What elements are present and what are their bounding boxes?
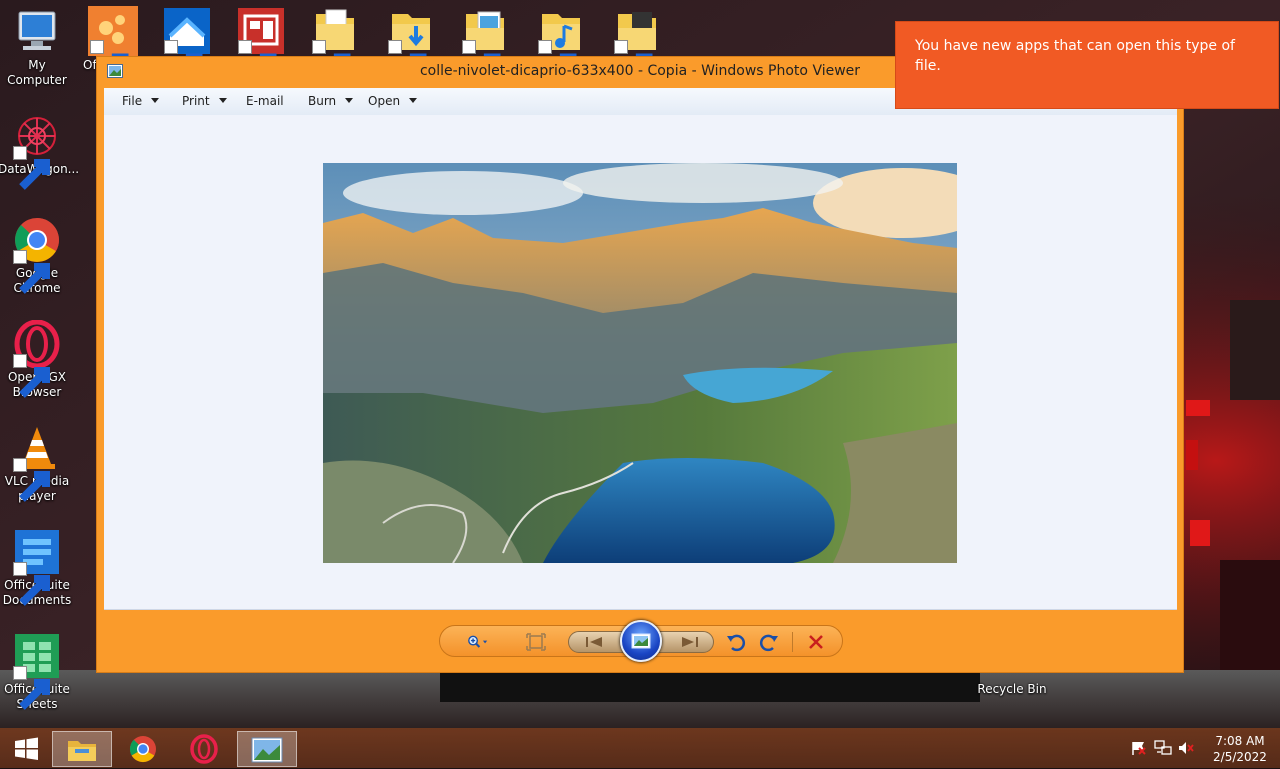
previous-icon [586,637,602,647]
chevron-down-icon [218,98,227,103]
desktop-icon-folder-downloads[interactable] [386,6,436,86]
desktop-icon-folder-documents[interactable] [310,6,360,86]
mountain-lake-photo [323,163,957,563]
chevron-down-icon [151,98,160,103]
desktop-icon-office[interactable] [88,6,138,86]
slideshow-icon [631,633,651,649]
photo-viewer-icon [251,737,283,763]
tray-action-center[interactable] [1130,740,1148,756]
taskbar-chrome[interactable] [113,731,173,767]
shortcut-arrow-icon [538,40,577,86]
desktop-icon-app-red[interactable] [236,6,286,86]
desktop-icon-folder-videos[interactable] [612,6,662,86]
shortcut-arrow-icon [238,40,277,86]
chevron-down-icon [345,98,354,103]
previous-button[interactable] [582,631,606,653]
notification-text: You have new apps that can open this typ… [915,38,1235,74]
menu-file-label: File [122,94,143,108]
zoom-button[interactable] [466,631,500,653]
shortcut-arrow-icon [90,40,129,86]
taskbar: 7:08 AM 2/5/2022 [0,728,1280,768]
shortcut-arrow-icon [13,666,50,710]
zoom-icon [468,635,488,648]
shortcut-arrow-icon [13,562,50,606]
desktop-icon-datawagon[interactable]: DataWagon... [0,112,79,190]
tray-network[interactable] [1154,740,1172,756]
new-apps-notification[interactable]: You have new apps that can open this typ… [895,21,1279,109]
desktop-icon-opera-gx[interactable]: Opera GX Browser [0,320,76,400]
shortcut-arrow-icon [462,40,501,86]
next-button[interactable] [678,631,702,653]
shortcut-arrow-icon [13,354,50,398]
shortcut-arrow-icon [13,458,50,502]
clock-date: 2/5/2022 [1213,750,1267,764]
menu-burn-label: Burn [308,94,337,108]
action-center-flag-icon [1132,742,1146,755]
shortcut-arrow-icon [13,250,50,294]
shortcut-arrow-icon [13,146,50,190]
taskbar-file-explorer[interactable] [52,731,112,767]
taskbar-opera-gx[interactable] [174,731,234,767]
menu-print-label: Print [182,94,210,108]
rotate-right-button[interactable] [757,631,781,653]
desktop-icon-partial-label: Of [83,58,97,72]
desktop-icon-folder-pictures[interactable] [460,6,510,86]
slideshow-button[interactable] [620,620,662,662]
divider [792,632,793,652]
image-viewing-area [104,115,1177,610]
clock-time: 7:08 AM [1215,734,1265,748]
delete-icon [809,635,823,649]
menu-email-label: E-mail [246,94,284,108]
shortcut-arrow-icon [614,40,653,86]
menu-open-label: Open [368,94,401,108]
shortcut-arrow-icon [164,40,203,86]
taskbar-clock[interactable]: 7:08 AM 2/5/2022 [1205,733,1275,765]
rotate-left-icon [727,634,746,652]
chevron-down-icon [409,98,418,103]
desktop-icon-officesuite-sheets[interactable]: OfficeSuite Sheets [0,632,76,712]
desktop-icon-app-blue[interactable] [162,6,212,86]
menu-email[interactable]: E-mail [246,94,284,108]
viewer-controls [439,620,843,662]
desktop-icon-my-computer[interactable]: My Computer [0,8,76,88]
network-icon [1154,740,1172,755]
menu-print[interactable]: Print [182,94,227,108]
photo-viewer-window[interactable]: colle-nivolet-dicaprio-633x400 - Copia -… [96,56,1184,673]
shortcut-arrow-icon [312,40,351,86]
windows-start-icon [15,737,38,760]
displayed-photo [323,163,957,563]
menu-file[interactable]: File [122,94,160,108]
chrome-icon [129,736,156,763]
desktop-icon-label: My Computer [7,58,67,87]
speaker-muted-icon [1179,742,1194,754]
start-button[interactable] [6,733,46,765]
file-explorer-icon [68,741,96,761]
actual-size-icon [526,633,546,651]
menu-burn[interactable]: Burn [308,94,354,108]
desktop-icon-vlc[interactable]: VLC media player [0,424,76,504]
shortcut-arrow-icon [388,40,427,86]
desktop-icon-officesuite-documents[interactable]: OfficeSuite Documents [0,528,76,608]
rotate-left-button[interactable] [724,631,748,653]
actual-size-button[interactable] [524,631,548,653]
desktop-icon-label: Recycle Bin [977,682,1047,696]
menu-open[interactable]: Open [368,94,418,108]
next-icon [682,637,698,647]
taskbar-photo-viewer[interactable] [237,731,297,767]
desktop-icon-folder-music[interactable] [536,6,586,86]
delete-button[interactable] [804,631,828,653]
opera-gx-icon [190,734,218,764]
tray-volume[interactable] [1177,740,1195,756]
computer-icon [18,11,56,50]
rotate-right-icon [759,634,778,652]
desktop-icon-google-chrome[interactable]: Google Chrome [0,216,76,296]
